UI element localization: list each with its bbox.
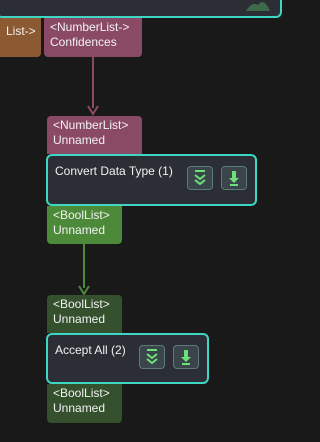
convert-input-port[interactable]: <NumberList> Unnamed (47, 116, 142, 154)
convert-node-title: Convert Data Type (1) (55, 164, 173, 178)
expand-down-icon (194, 170, 206, 186)
accept-node-title: Accept All (2) (55, 343, 126, 357)
convert-output-type: <BoolList> (53, 208, 110, 222)
accept-expand-button[interactable] (139, 345, 165, 369)
convert-output-name: Unnamed (53, 223, 106, 237)
accept-all-node[interactable]: Accept All (2) (46, 333, 209, 384)
download-icon (181, 350, 191, 365)
convert-input-name: Unnamed (53, 133, 106, 147)
convert-expand-button[interactable] (187, 166, 213, 190)
convert-input-type: <NumberList> (53, 118, 129, 132)
expand-down-icon (146, 349, 158, 365)
convert-output-port[interactable]: <BoolList> Unnamed (47, 206, 122, 244)
download-icon (229, 171, 239, 186)
accept-input-name: Unnamed (53, 312, 106, 326)
accept-output-type: <BoolList> (53, 386, 110, 400)
convert-data-type-node[interactable]: Convert Data Type (1) (46, 154, 257, 206)
accept-download-button[interactable] (173, 345, 199, 369)
accept-output-name: Unnamed (53, 401, 106, 415)
accept-output-port[interactable]: <BoolList> Unnamed (47, 384, 122, 423)
accept-input-port[interactable]: <BoolList> Unnamed (47, 295, 122, 333)
convert-download-button[interactable] (221, 166, 247, 190)
accept-input-type: <BoolList> (53, 297, 110, 311)
